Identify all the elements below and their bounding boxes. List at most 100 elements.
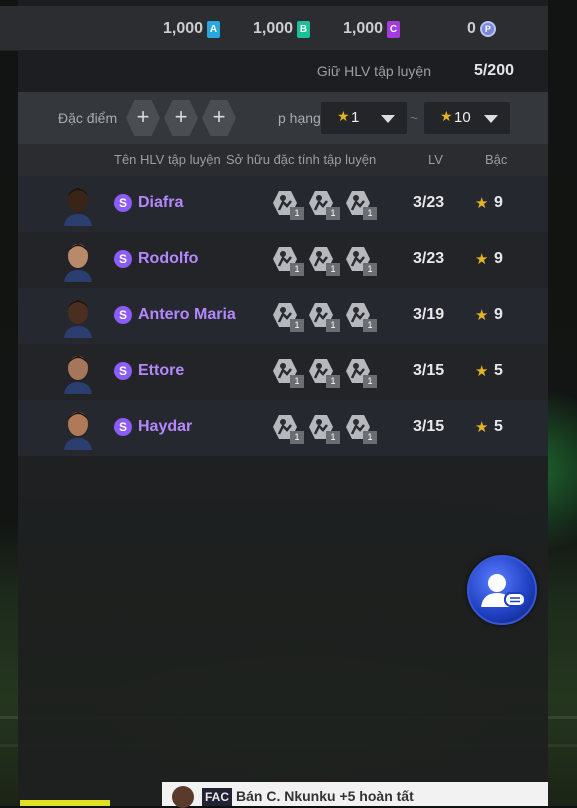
- trait-level: 1: [290, 263, 304, 276]
- currency-a-value: 1,000: [163, 20, 204, 37]
- range-separator: ~: [410, 110, 419, 126]
- column-lv: LV: [428, 152, 443, 167]
- coach-row[interactable]: S Antero Maria 1 1 1 3/19 ★ 9: [18, 288, 548, 344]
- coach-grade: 9: [494, 306, 503, 323]
- coach-avatar: [64, 356, 92, 394]
- ball-trait-icon[interactable]: 1: [308, 358, 340, 388]
- coach-level: 3/15: [413, 418, 445, 435]
- trait-level: 1: [326, 431, 340, 444]
- rarity-badge: S: [114, 362, 132, 380]
- keep-coach-row: Giữ HLV tập luyện 5/200: [18, 50, 548, 92]
- trait-level: 1: [363, 207, 377, 220]
- coach-grade: 5: [494, 362, 503, 379]
- coach-name: Ettore: [138, 362, 185, 379]
- jump-trait-icon[interactable]: 1: [272, 302, 304, 332]
- sale-notification: FAC Bán C. Nkunku +5 hoàn tất: [162, 782, 548, 808]
- coach-name: Diafra: [138, 194, 184, 211]
- trait-level: 1: [326, 263, 340, 276]
- coach-grade: 9: [494, 250, 503, 267]
- column-traits: Sở hữu đặc tính tập luyện: [226, 152, 377, 167]
- rank-filter-label: p hạng: [278, 110, 321, 126]
- trait-level: 1: [290, 375, 304, 388]
- notification-text: Bán C. Nkunku +5 hoàn tất: [236, 788, 414, 804]
- jump-trait-icon[interactable]: 1: [272, 358, 304, 388]
- currency-c-icon: C: [387, 20, 401, 38]
- jump-trait-icon[interactable]: 1: [272, 414, 304, 444]
- star-icon: ★: [475, 251, 489, 268]
- currency-bar: 1,000 A 1,000 B 1,000 C 0 P: [0, 6, 548, 51]
- trait-level: 1: [290, 431, 304, 444]
- coach-avatar: [64, 300, 92, 338]
- club-logo: FAC: [202, 788, 232, 806]
- trait-level: 1: [326, 319, 340, 332]
- chat-support-button[interactable]: [467, 555, 537, 625]
- column-name: Tên HLV tập luyện: [114, 152, 221, 167]
- pass-trait-icon[interactable]: 1: [308, 302, 340, 332]
- trait-level: 1: [363, 375, 377, 388]
- chevron-down-icon: [381, 115, 395, 123]
- star-icon: ★: [475, 419, 489, 436]
- player-kick-icon[interactable]: 1: [308, 190, 340, 220]
- currency-b: 1,000 B: [253, 19, 311, 39]
- trait-level: 1: [326, 207, 340, 220]
- star-icon: ★: [475, 307, 489, 324]
- currency-points: 0 P: [467, 19, 496, 39]
- keep-coach-count: 5/200: [473, 62, 514, 79]
- coach-grade: 9: [494, 194, 503, 211]
- jump-trait-icon[interactable]: 1: [272, 246, 304, 276]
- filter-bar: Đặc điểm c + + + p hạng ★ 1 ~ ★ 10: [18, 92, 548, 144]
- panel-fade: [18, 455, 548, 806]
- tackle-trait-icon[interactable]: 1: [308, 246, 340, 276]
- trait-level: 1: [363, 263, 377, 276]
- rarity-badge: S: [114, 306, 132, 324]
- star-icon: ★: [337, 108, 350, 124]
- coach-row[interactable]: S Rodolfo 1 1 1 3/23 ★ 9: [18, 232, 548, 288]
- coach-list: S Diafra 1 1 1 3/23 ★ 9 S Rodolfo 1 1 1 3/23 ★ 9 S Antero…: [18, 176, 548, 456]
- coach-grade: 5: [494, 418, 503, 435]
- notification-player-avatar: [172, 786, 194, 808]
- keep-coach-label: Giữ HLV tập luyện: [316, 63, 431, 79]
- user-chat-icon: [481, 574, 526, 607]
- points-coin-icon: P: [479, 21, 496, 37]
- rarity-badge: S: [114, 418, 132, 436]
- arrow-up-trait-icon[interactable]: 1: [345, 246, 377, 276]
- rarity-badge: S: [114, 194, 132, 212]
- column-grade: Bậc: [485, 152, 508, 167]
- gear-trait-icon[interactable]: 1: [345, 302, 377, 332]
- chevron-down-icon: [484, 115, 498, 123]
- shield-trait-icon[interactable]: 1: [272, 190, 304, 220]
- arrow-up-trait-icon[interactable]: 1: [308, 414, 340, 444]
- coach-row[interactable]: S Haydar 1 1 1 3/15 ★ 5: [18, 400, 548, 456]
- coach-level: 3/15: [413, 362, 445, 379]
- coach-avatar: [64, 244, 92, 282]
- star-player-trait-icon[interactable]: 1: [345, 414, 377, 444]
- table-header: Tên HLV tập luyện Sở hữu đặc tính tập lu…: [18, 144, 548, 176]
- currency-points-value: 0: [467, 20, 476, 37]
- stand-trait-icon[interactable]: 1: [345, 358, 377, 388]
- currency-b-value: 1,000: [253, 20, 294, 37]
- star-icon: ★: [475, 363, 489, 380]
- coach-avatar: [64, 412, 92, 450]
- coach-row[interactable]: S Ettore 1 1 1 3/15 ★ 5: [18, 344, 548, 400]
- trait-level: 1: [326, 375, 340, 388]
- add-trait-button-1[interactable]: +: [126, 100, 160, 136]
- coach-level: 3/19: [413, 306, 445, 323]
- trait-level: 1: [290, 207, 304, 220]
- trait-filter-label: Đặc điểm c: [58, 110, 120, 126]
- add-trait-button-3[interactable]: +: [202, 100, 236, 136]
- trait-level: 1: [290, 319, 304, 332]
- max-rank-value: 10: [454, 109, 471, 126]
- min-rank-value: 1: [351, 109, 360, 126]
- coach-level: 3/23: [413, 250, 445, 267]
- trait-level: 1: [363, 431, 377, 444]
- add-trait-button-2[interactable]: +: [164, 100, 198, 136]
- currency-c-value: 1,000: [343, 20, 384, 37]
- dribble-trait-icon[interactable]: 1: [345, 190, 377, 220]
- max-rank-dropdown[interactable]: ★ 10: [424, 102, 510, 134]
- min-rank-dropdown[interactable]: ★ 1: [321, 102, 407, 134]
- currency-a: 1,000 A: [163, 19, 221, 39]
- coach-level: 3/23: [413, 194, 445, 211]
- bottom-tab: [20, 800, 110, 806]
- coach-row[interactable]: S Diafra 1 1 1 3/23 ★ 9: [18, 176, 548, 232]
- trait-level: 1: [363, 319, 377, 332]
